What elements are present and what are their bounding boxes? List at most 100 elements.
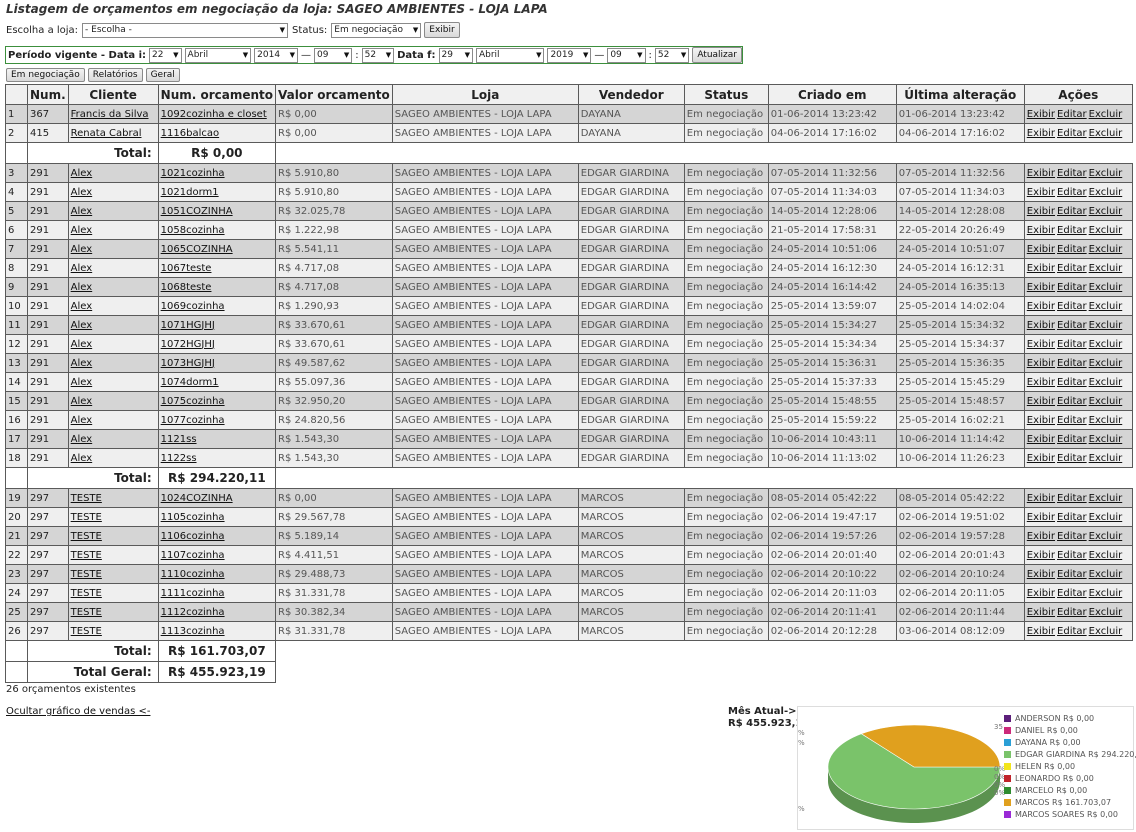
client-name[interactable]: Alex — [67, 258, 159, 278]
client-name[interactable]: Alex — [67, 182, 159, 202]
edit-link[interactable]: Editar — [1057, 282, 1087, 293]
hide-chart-link[interactable]: Ocultar gráfico de vendas <- — [6, 706, 150, 717]
edit-link[interactable]: Editar — [1057, 320, 1087, 331]
client-name[interactable]: Renata Cabral — [67, 123, 159, 143]
delete-link[interactable]: Excluir — [1089, 187, 1123, 198]
start-day-select[interactable]: 22 ▼ — [149, 47, 182, 63]
view-link[interactable]: Exibir — [1027, 415, 1055, 426]
view-link[interactable]: Exibir — [1027, 396, 1055, 407]
budget-number[interactable]: 1021cozinha — [157, 163, 277, 183]
client-name[interactable]: TESTE — [67, 621, 159, 641]
edit-link[interactable]: Editar — [1057, 415, 1087, 426]
budget-number[interactable]: 1110cozinha — [157, 564, 277, 584]
budget-number[interactable]: 1112cozinha — [157, 602, 277, 622]
delete-link[interactable]: Excluir — [1089, 282, 1123, 293]
view-link[interactable]: Exibir — [1027, 569, 1055, 580]
edit-link[interactable]: Editar — [1057, 588, 1087, 599]
edit-link[interactable]: Editar — [1057, 263, 1087, 274]
client-name[interactable]: Alex — [67, 239, 159, 259]
delete-link[interactable]: Excluir — [1089, 626, 1123, 637]
edit-link[interactable]: Editar — [1057, 453, 1087, 464]
end-year-select[interactable]: 2019 ▼ — [547, 47, 592, 63]
view-link[interactable]: Exibir — [1027, 626, 1055, 637]
view-link[interactable]: Exibir — [1027, 339, 1055, 350]
budget-number[interactable]: 1021dorm1 — [157, 182, 277, 202]
edit-link[interactable]: Editar — [1057, 225, 1087, 236]
delete-link[interactable]: Excluir — [1089, 588, 1123, 599]
end-minute-select[interactable]: 52 ▼ — [654, 47, 690, 63]
edit-link[interactable]: Editar — [1057, 626, 1087, 637]
delete-link[interactable]: Excluir — [1089, 415, 1123, 426]
client-name[interactable]: TESTE — [67, 507, 159, 527]
edit-link[interactable]: Editar — [1057, 377, 1087, 388]
budget-number[interactable]: 1116balcao — [157, 123, 277, 143]
budget-number[interactable]: 1071HGJHJ — [157, 315, 277, 335]
start-month-select[interactable]: Abril ▼ — [184, 47, 252, 63]
delete-link[interactable]: Excluir — [1089, 128, 1123, 139]
delete-link[interactable]: Excluir — [1089, 301, 1123, 312]
delete-link[interactable]: Excluir — [1089, 168, 1123, 179]
edit-link[interactable]: Editar — [1057, 569, 1087, 580]
tab-geral[interactable]: Geral — [145, 68, 180, 82]
client-name[interactable]: TESTE — [67, 583, 159, 603]
end-hour-select[interactable]: 09 ▼ — [607, 47, 646, 63]
delete-link[interactable]: Excluir — [1089, 550, 1123, 561]
edit-link[interactable]: Editar — [1057, 493, 1087, 504]
view-link[interactable]: Exibir — [1027, 301, 1055, 312]
delete-link[interactable]: Excluir — [1089, 225, 1123, 236]
view-link[interactable]: Exibir — [1027, 109, 1055, 120]
edit-link[interactable]: Editar — [1057, 301, 1087, 312]
view-link[interactable]: Exibir — [1027, 187, 1055, 198]
exibir-button[interactable]: Exibir — [424, 22, 460, 38]
delete-link[interactable]: Excluir — [1089, 377, 1123, 388]
delete-link[interactable]: Excluir — [1089, 244, 1123, 255]
edit-link[interactable]: Editar — [1057, 358, 1087, 369]
delete-link[interactable]: Excluir — [1089, 531, 1123, 542]
edit-link[interactable]: Editar — [1057, 434, 1087, 445]
view-link[interactable]: Exibir — [1027, 453, 1055, 464]
edit-link[interactable]: Editar — [1057, 512, 1087, 523]
view-link[interactable]: Exibir — [1027, 434, 1055, 445]
edit-link[interactable]: Editar — [1057, 206, 1087, 217]
client-name[interactable]: TESTE — [67, 564, 159, 584]
edit-link[interactable]: Editar — [1057, 531, 1087, 542]
budget-number[interactable]: 1111cozinha — [157, 583, 277, 603]
client-name[interactable]: TESTE — [67, 488, 159, 508]
budget-number[interactable]: 1105cozinha — [157, 507, 277, 527]
view-link[interactable]: Exibir — [1027, 128, 1055, 139]
tab-relatorios[interactable]: Relatórios — [87, 68, 143, 82]
client-name[interactable]: Alex — [67, 410, 159, 430]
budget-number[interactable]: 1122ss — [157, 448, 277, 468]
client-name[interactable]: Alex — [67, 315, 159, 335]
budget-number[interactable]: 1067teste — [157, 258, 277, 278]
budget-number[interactable]: 1113cozinha — [157, 621, 277, 641]
view-link[interactable]: Exibir — [1027, 550, 1055, 561]
view-link[interactable]: Exibir — [1027, 358, 1055, 369]
view-link[interactable]: Exibir — [1027, 377, 1055, 388]
edit-link[interactable]: Editar — [1057, 128, 1087, 139]
client-name[interactable]: Alex — [67, 201, 159, 221]
client-name[interactable]: Alex — [67, 372, 159, 392]
view-link[interactable]: Exibir — [1027, 263, 1055, 274]
budget-number[interactable]: 1121ss — [157, 429, 277, 449]
delete-link[interactable]: Excluir — [1089, 206, 1123, 217]
view-link[interactable]: Exibir — [1027, 225, 1055, 236]
budget-number[interactable]: 1058cozinha — [157, 220, 277, 240]
edit-link[interactable]: Editar — [1057, 168, 1087, 179]
budget-number[interactable]: 1069cozinha — [157, 296, 277, 316]
client-name[interactable]: TESTE — [67, 526, 159, 546]
view-link[interactable]: Exibir — [1027, 493, 1055, 504]
start-hour-select[interactable]: 09 ▼ — [314, 47, 353, 63]
budget-number[interactable]: 1065COZINHA — [157, 239, 277, 259]
budget-number[interactable]: 1092cozinha e closet — [157, 104, 277, 124]
client-name[interactable]: TESTE — [67, 602, 159, 622]
delete-link[interactable]: Excluir — [1089, 493, 1123, 504]
edit-link[interactable]: Editar — [1057, 396, 1087, 407]
view-link[interactable]: Exibir — [1027, 244, 1055, 255]
view-link[interactable]: Exibir — [1027, 588, 1055, 599]
edit-link[interactable]: Editar — [1057, 244, 1087, 255]
end-day-select[interactable]: 29 ▼ — [438, 47, 473, 63]
client-name[interactable]: TESTE — [67, 545, 159, 565]
delete-link[interactable]: Excluir — [1089, 512, 1123, 523]
budget-number[interactable]: 1024COZINHA — [157, 488, 277, 508]
